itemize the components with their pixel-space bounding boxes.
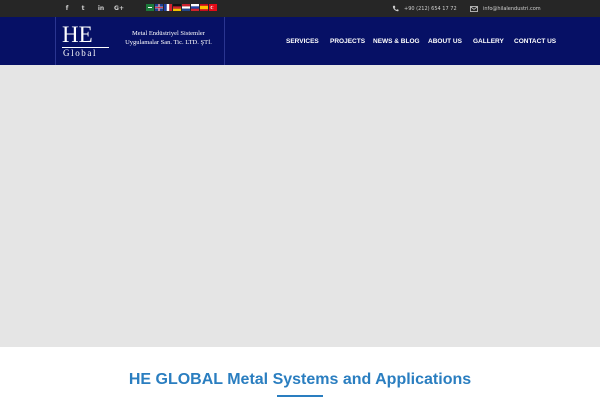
logo-he-text: HE bbox=[62, 22, 93, 47]
phone-number: +90 (212) 654 17 72 bbox=[404, 5, 457, 12]
twitter-icon[interactable]: t bbox=[76, 0, 90, 17]
nav-item-news-blog[interactable]: NEWS & BLOG bbox=[373, 17, 420, 65]
company-tagline: Metal Endüstriyel Sistemler Uygulamalar … bbox=[116, 29, 221, 47]
spain-flag-icon[interactable] bbox=[200, 4, 208, 11]
united-kingdom-flag-icon[interactable] bbox=[155, 4, 163, 11]
logo-global-text: Global bbox=[63, 48, 98, 58]
email-contact[interactable]: info@hilalendustri.com bbox=[470, 0, 541, 17]
netherlands-flag-icon[interactable] bbox=[182, 4, 190, 11]
tagline-line-2: Uygulamalar San. Tic. LTD. ŞTİ. bbox=[125, 39, 212, 46]
russia-flag-icon[interactable] bbox=[191, 4, 199, 11]
linkedin-icon[interactable]: in bbox=[94, 0, 108, 17]
germany-flag-icon[interactable] bbox=[173, 4, 181, 11]
nav-item-about-us[interactable]: ABOUT US bbox=[428, 17, 462, 65]
page-title: HE GLOBAL Metal Systems and Applications bbox=[128, 371, 472, 388]
site-logo[interactable]: HE Global Metal Endüstriyel Sistemler Uy… bbox=[55, 17, 225, 65]
language-selector bbox=[146, 4, 217, 13]
hero-slider bbox=[0, 65, 600, 347]
nav-item-gallery[interactable]: GALLERY bbox=[473, 17, 504, 65]
envelope-icon bbox=[470, 5, 478, 12]
facebook-icon[interactable]: f bbox=[60, 0, 74, 17]
france-flag-icon[interactable] bbox=[164, 4, 172, 11]
top-bar: f t in G+ +90 (212) 654 17 72 info@hilal… bbox=[0, 0, 600, 17]
nav-item-projects[interactable]: PROJECTS bbox=[330, 17, 365, 65]
saudi-arabia-flag-icon[interactable] bbox=[146, 4, 154, 11]
google-plus-icon[interactable]: G+ bbox=[112, 0, 126, 17]
nav-item-services[interactable]: SERVICES bbox=[286, 17, 319, 65]
tagline-line-1: Metal Endüstriyel Sistemler bbox=[132, 30, 205, 37]
phone-icon bbox=[392, 5, 399, 12]
phone-contact[interactable]: +90 (212) 654 17 72 bbox=[392, 0, 457, 17]
turkey-flag-icon[interactable] bbox=[209, 4, 217, 11]
title-underline bbox=[277, 395, 323, 397]
nav-item-contact-us[interactable]: CONTACT US bbox=[514, 17, 556, 65]
email-address: info@hilalendustri.com bbox=[483, 5, 541, 12]
